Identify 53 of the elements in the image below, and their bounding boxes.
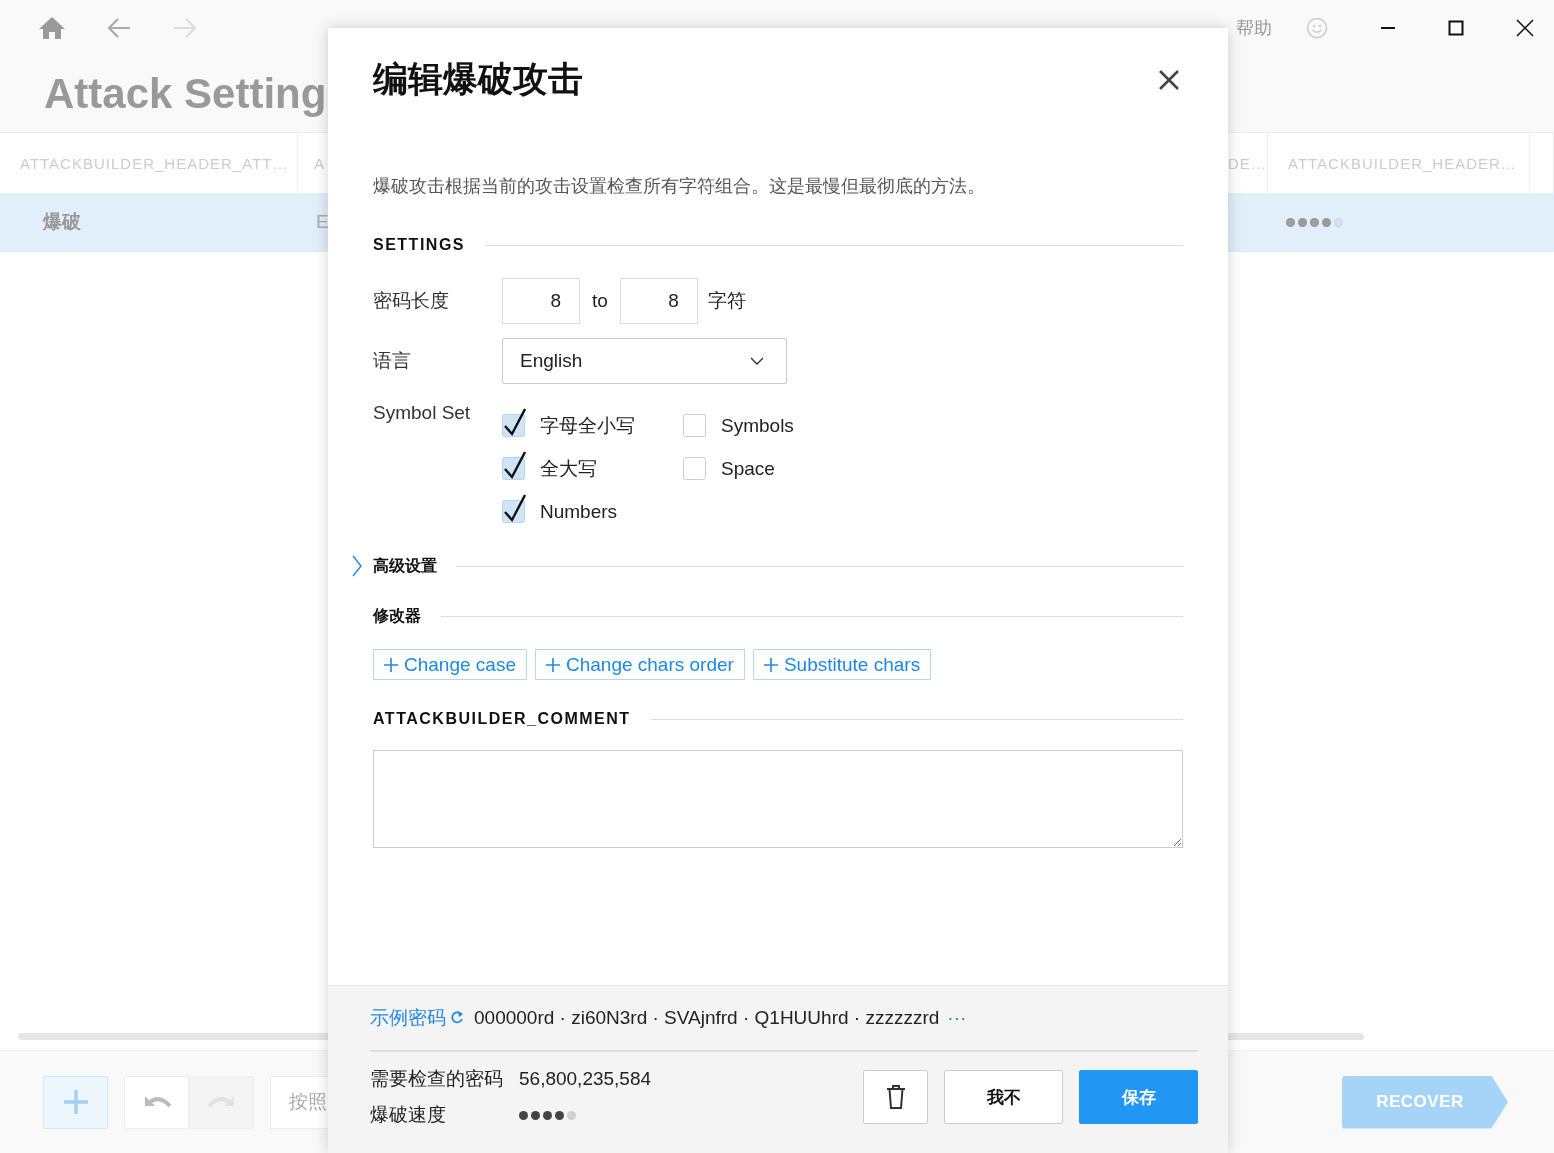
section-title: 修改器 [373, 606, 421, 626]
field-label: Symbol Set [373, 402, 472, 424]
example-passwords: 000000rd · zi60N3rd · SVAjnfrd · Q1HUUhrd · zzzzzzrd [474, 1007, 940, 1029]
plus-icon [62, 1089, 89, 1115]
plus-icon [763, 657, 778, 672]
field-label: 密码长度 [373, 289, 450, 313]
more-link[interactable]: ··· [947, 1007, 967, 1029]
section-title: ATTACKBUILDER_COMMENT [373, 710, 631, 728]
page-title: Attack Setting [43, 69, 327, 119]
back-arrow-icon[interactable] [106, 17, 132, 39]
unit-label: 字符 [707, 289, 746, 313]
number-field[interactable]: 8 [502, 278, 580, 324]
plus-icon [384, 657, 398, 672]
dialog-title: 编辑爆破攻击 [373, 58, 583, 100]
table-cell-text: 爆破 [41, 211, 81, 232]
stat-label: 需要检查的密码 [370, 1067, 503, 1091]
checkbox-label: Numbers [540, 500, 618, 523]
close-icon[interactable] [1158, 68, 1180, 91]
section-title: SETTINGS [373, 236, 465, 254]
home-icon[interactable] [38, 16, 66, 40]
to-label: to [592, 290, 608, 312]
add-modifier-button[interactable]: Change chars order [534, 649, 745, 680]
checkbox-label: 全大写 [540, 456, 597, 481]
checkbox[interactable] [502, 492, 526, 523]
checkbox[interactable] [502, 449, 526, 480]
menu-item[interactable]: 帮助 [1236, 16, 1272, 40]
chevron-down-icon [750, 357, 764, 365]
stat-value: 56,800,235,584 [519, 1068, 652, 1090]
maximize-icon[interactable] [1448, 20, 1464, 36]
trash-icon [885, 1084, 906, 1110]
field-label: 语言 [373, 349, 412, 373]
add-modifier-button[interactable]: Change case [373, 649, 527, 680]
number-field[interactable]: 8 [619, 278, 698, 324]
checkbox[interactable] [502, 406, 526, 437]
close-icon[interactable] [1516, 19, 1534, 37]
comment-field[interactable] [373, 750, 1183, 848]
cancel-button[interactable]: 我不 [944, 1070, 1063, 1124]
chevron-right-icon[interactable] [351, 555, 363, 577]
add-modifier-button[interactable]: Substitute chars [752, 649, 932, 680]
undo-button[interactable] [124, 1075, 189, 1129]
stat-label: 爆破速度 [370, 1103, 447, 1127]
table-cell-text: E [315, 211, 329, 232]
section-title[interactable]: 高级设置 [373, 555, 437, 577]
language-dropdown[interactable]: English [502, 338, 787, 384]
description-text: 爆破攻击根据当前的攻击设置检查所有字符组合。这是最慢但最彻底的方法。 [373, 175, 986, 198]
checkbox-label: Space [721, 457, 775, 480]
refresh-icon[interactable] [450, 1010, 464, 1026]
checkbox-label: Symbols [721, 414, 794, 437]
examples-link[interactable]: 示例密码 [370, 1005, 446, 1031]
delete-button[interactable] [863, 1070, 928, 1124]
plus-icon [545, 657, 560, 672]
checkbox-label: 字母全小写 [540, 413, 635, 438]
save-button[interactable]: 保存 [1079, 1070, 1198, 1124]
